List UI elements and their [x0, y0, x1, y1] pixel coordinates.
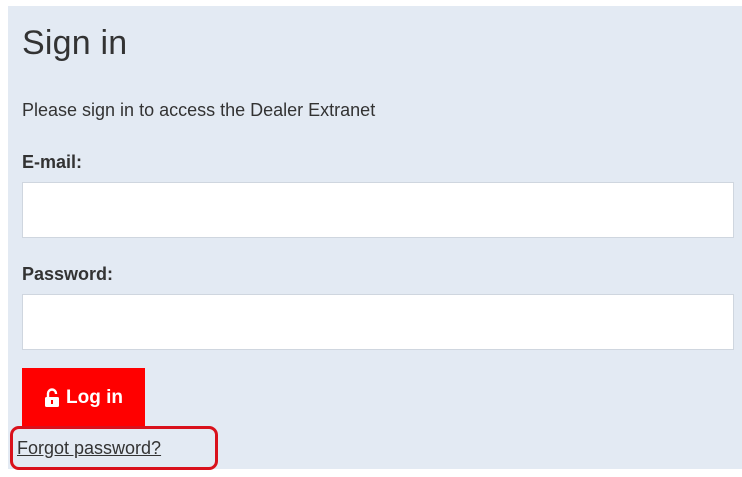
- forgot-password-link[interactable]: Forgot password?: [17, 438, 161, 459]
- password-field[interactable]: [22, 294, 734, 350]
- sign-in-panel: Sign in Please sign in to access the Dea…: [8, 6, 742, 470]
- password-label: Password:: [22, 264, 114, 284]
- sign-in-description: Please sign in to access the Dealer Extr…: [22, 100, 376, 120]
- login-button-label: Log in: [66, 387, 123, 408]
- email-label: E-mail:: [22, 152, 83, 172]
- page-title: Sign in: [22, 24, 128, 62]
- forgot-password-highlight: Forgot password?: [10, 426, 218, 470]
- login-button[interactable]: Log in: [22, 368, 145, 428]
- unlock-icon: [44, 388, 60, 408]
- email-field[interactable]: [22, 182, 734, 238]
